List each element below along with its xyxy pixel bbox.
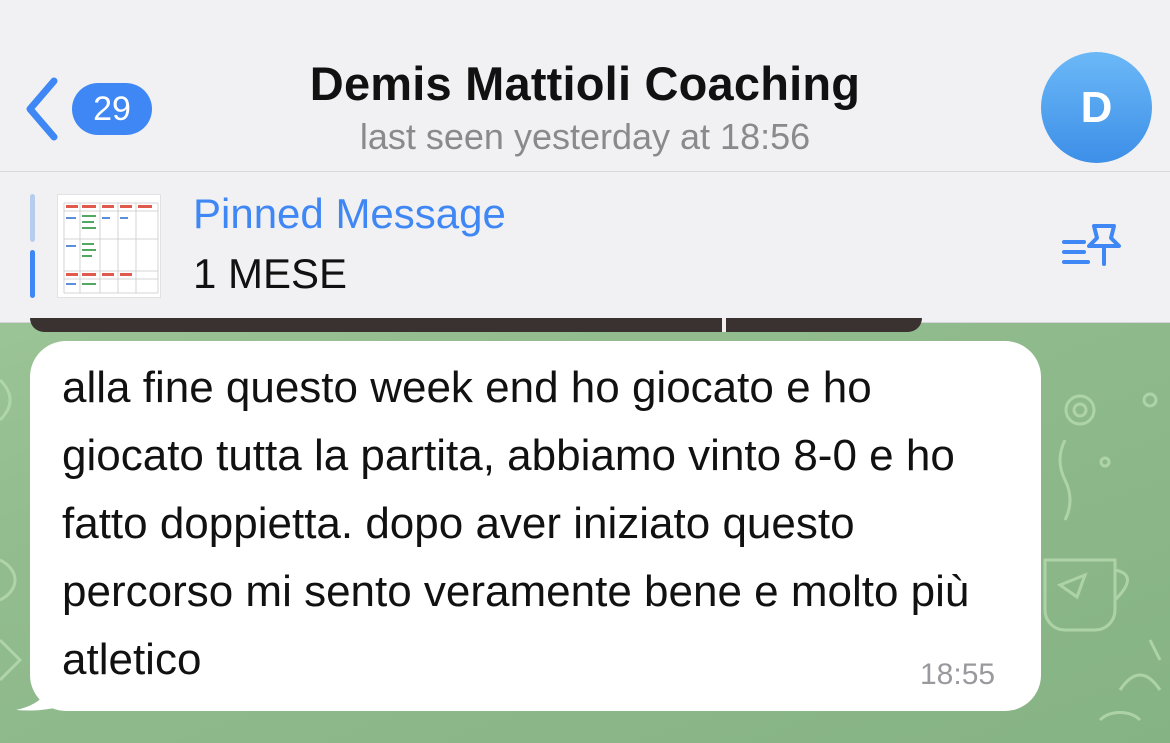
- pin-indicator-active: [30, 250, 35, 298]
- pinned-message-text: 1 MESE: [193, 250, 348, 297]
- pinned-thumbnail: [57, 194, 161, 298]
- previous-image-message[interactable]: [30, 318, 922, 332]
- chat-header: 29 Demis Mattioli Coaching last seen yes…: [0, 0, 1170, 172]
- message-timestamp: 18:55: [920, 658, 996, 691]
- avatar[interactable]: D: [1041, 52, 1152, 163]
- pinned-message-label: Pinned Message: [193, 190, 506, 237]
- pin-indicator-inactive: [30, 194, 35, 242]
- previous-image-divider: [722, 318, 726, 332]
- chevron-left-icon: [26, 77, 58, 141]
- pinned-message-bar[interactable]: Pinned Message 1 MESE: [0, 172, 1170, 323]
- last-seen-status: last seen yesterday at 18:56: [359, 116, 811, 157]
- pinned-list-icon[interactable]: [1058, 218, 1128, 274]
- chat-title[interactable]: Demis Mattioli Coaching: [200, 56, 970, 111]
- unread-count-badge: 29: [72, 83, 152, 135]
- spreadsheet-thumbnail-image: [58, 195, 160, 297]
- back-button[interactable]: 29: [22, 74, 162, 144]
- message-text: alla fine questo week end ho giocato e h…: [62, 363, 970, 684]
- avatar-initial: D: [1080, 82, 1113, 132]
